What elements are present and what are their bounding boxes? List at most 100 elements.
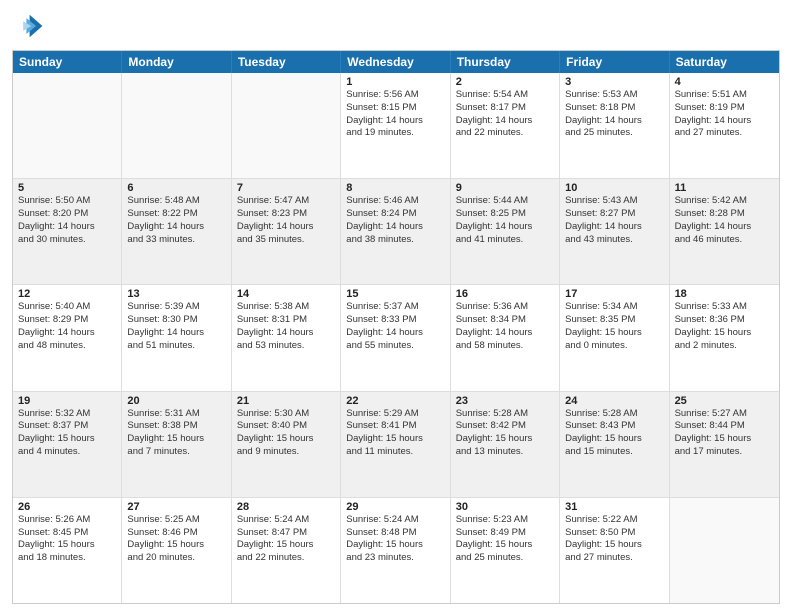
cell-line: Sunset: 8:48 PM: [346, 527, 444, 540]
cell-line: Sunset: 8:27 PM: [565, 208, 663, 221]
day-cell-26: 26Sunrise: 5:26 AMSunset: 8:45 PMDayligh…: [13, 498, 122, 603]
cell-line: Sunrise: 5:29 AM: [346, 408, 444, 421]
cell-line: and 4 minutes.: [18, 446, 116, 459]
day-cell-31: 31Sunrise: 5:22 AMSunset: 8:50 PMDayligh…: [560, 498, 669, 603]
day-number: 16: [456, 288, 554, 300]
cell-line: Daylight: 14 hours: [346, 115, 444, 128]
cell-line: Sunrise: 5:30 AM: [237, 408, 335, 421]
day-number: 30: [456, 501, 554, 513]
cell-line: and 33 minutes.: [127, 234, 225, 247]
day-number: 31: [565, 501, 663, 513]
cell-line: Daylight: 15 hours: [456, 433, 554, 446]
weekday-header-thursday: Thursday: [451, 51, 560, 73]
day-number: 19: [18, 395, 116, 407]
cell-line: Sunrise: 5:44 AM: [456, 195, 554, 208]
cell-line: Sunset: 8:23 PM: [237, 208, 335, 221]
cell-line: and 46 minutes.: [675, 234, 774, 247]
day-number: 21: [237, 395, 335, 407]
cell-line: Sunrise: 5:28 AM: [565, 408, 663, 421]
cell-line: and 53 minutes.: [237, 340, 335, 353]
cell-line: Daylight: 15 hours: [565, 327, 663, 340]
day-number: 28: [237, 501, 335, 513]
cell-line: Daylight: 14 hours: [675, 115, 774, 128]
day-number: 23: [456, 395, 554, 407]
cell-line: Sunset: 8:29 PM: [18, 314, 116, 327]
cell-line: Daylight: 15 hours: [18, 539, 116, 552]
cell-line: Sunrise: 5:40 AM: [18, 301, 116, 314]
day-number: 2: [456, 76, 554, 88]
cell-line: Sunset: 8:28 PM: [675, 208, 774, 221]
cell-line: and 55 minutes.: [346, 340, 444, 353]
day-number: 3: [565, 76, 663, 88]
cell-line: Sunrise: 5:51 AM: [675, 89, 774, 102]
day-cell-7: 7Sunrise: 5:47 AMSunset: 8:23 PMDaylight…: [232, 179, 341, 284]
calendar-header: SundayMondayTuesdayWednesdayThursdayFrid…: [13, 51, 779, 73]
cell-line: Daylight: 15 hours: [237, 433, 335, 446]
day-number: 22: [346, 395, 444, 407]
logo-icon: [12, 10, 44, 42]
day-number: 13: [127, 288, 225, 300]
calendar-row-1: 1Sunrise: 5:56 AMSunset: 8:15 PMDaylight…: [13, 73, 779, 178]
day-cell-27: 27Sunrise: 5:25 AMSunset: 8:46 PMDayligh…: [122, 498, 231, 603]
cell-line: and 58 minutes.: [456, 340, 554, 353]
cell-line: Daylight: 14 hours: [346, 327, 444, 340]
cell-line: Sunset: 8:35 PM: [565, 314, 663, 327]
cell-line: Sunset: 8:30 PM: [127, 314, 225, 327]
weekday-header-wednesday: Wednesday: [341, 51, 450, 73]
cell-line: Sunrise: 5:25 AM: [127, 514, 225, 527]
cell-line: Daylight: 14 hours: [127, 327, 225, 340]
day-cell-1: 1Sunrise: 5:56 AMSunset: 8:15 PMDaylight…: [341, 73, 450, 178]
day-cell-12: 12Sunrise: 5:40 AMSunset: 8:29 PMDayligh…: [13, 285, 122, 390]
day-cell-23: 23Sunrise: 5:28 AMSunset: 8:42 PMDayligh…: [451, 392, 560, 497]
cell-line: Sunset: 8:20 PM: [18, 208, 116, 221]
cell-line: Daylight: 14 hours: [456, 221, 554, 234]
cell-line: Sunrise: 5:50 AM: [18, 195, 116, 208]
cell-line: Sunrise: 5:39 AM: [127, 301, 225, 314]
cell-line: Sunrise: 5:32 AM: [18, 408, 116, 421]
day-number: 15: [346, 288, 444, 300]
cell-line: Sunrise: 5:42 AM: [675, 195, 774, 208]
page: SundayMondayTuesdayWednesdayThursdayFrid…: [0, 0, 792, 612]
day-cell-22: 22Sunrise: 5:29 AMSunset: 8:41 PMDayligh…: [341, 392, 450, 497]
day-cell-16: 16Sunrise: 5:36 AMSunset: 8:34 PMDayligh…: [451, 285, 560, 390]
day-cell-24: 24Sunrise: 5:28 AMSunset: 8:43 PMDayligh…: [560, 392, 669, 497]
cell-line: Daylight: 15 hours: [456, 539, 554, 552]
weekday-header-saturday: Saturday: [670, 51, 779, 73]
cell-line: Sunrise: 5:31 AM: [127, 408, 225, 421]
cell-line: Daylight: 15 hours: [237, 539, 335, 552]
day-cell-8: 8Sunrise: 5:46 AMSunset: 8:24 PMDaylight…: [341, 179, 450, 284]
cell-line: Daylight: 15 hours: [565, 539, 663, 552]
day-cell-2: 2Sunrise: 5:54 AMSunset: 8:17 PMDaylight…: [451, 73, 560, 178]
cell-line: and 25 minutes.: [456, 552, 554, 565]
cell-line: Daylight: 15 hours: [127, 539, 225, 552]
cell-line: Sunrise: 5:38 AM: [237, 301, 335, 314]
day-number: 18: [675, 288, 774, 300]
day-number: 9: [456, 182, 554, 194]
cell-line: Sunrise: 5:28 AM: [456, 408, 554, 421]
cell-line: Daylight: 14 hours: [237, 221, 335, 234]
day-cell-10: 10Sunrise: 5:43 AMSunset: 8:27 PMDayligh…: [560, 179, 669, 284]
empty-cell: [670, 498, 779, 603]
cell-line: Sunset: 8:31 PM: [237, 314, 335, 327]
cell-line: Daylight: 15 hours: [675, 433, 774, 446]
cell-line: and 7 minutes.: [127, 446, 225, 459]
day-number: 20: [127, 395, 225, 407]
logo: [12, 10, 48, 42]
cell-line: Sunrise: 5:56 AM: [346, 89, 444, 102]
cell-line: and 48 minutes.: [18, 340, 116, 353]
day-cell-14: 14Sunrise: 5:38 AMSunset: 8:31 PMDayligh…: [232, 285, 341, 390]
day-cell-9: 9Sunrise: 5:44 AMSunset: 8:25 PMDaylight…: [451, 179, 560, 284]
calendar-row-5: 26Sunrise: 5:26 AMSunset: 8:45 PMDayligh…: [13, 497, 779, 603]
cell-line: and 19 minutes.: [346, 127, 444, 140]
day-cell-5: 5Sunrise: 5:50 AMSunset: 8:20 PMDaylight…: [13, 179, 122, 284]
cell-line: Sunrise: 5:46 AM: [346, 195, 444, 208]
day-number: 8: [346, 182, 444, 194]
cell-line: Sunset: 8:22 PM: [127, 208, 225, 221]
header: [12, 10, 780, 42]
day-number: 29: [346, 501, 444, 513]
cell-line: Sunset: 8:24 PM: [346, 208, 444, 221]
cell-line: Sunset: 8:36 PM: [675, 314, 774, 327]
cell-line: Sunset: 8:40 PM: [237, 420, 335, 433]
day-cell-28: 28Sunrise: 5:24 AMSunset: 8:47 PMDayligh…: [232, 498, 341, 603]
day-cell-3: 3Sunrise: 5:53 AMSunset: 8:18 PMDaylight…: [560, 73, 669, 178]
